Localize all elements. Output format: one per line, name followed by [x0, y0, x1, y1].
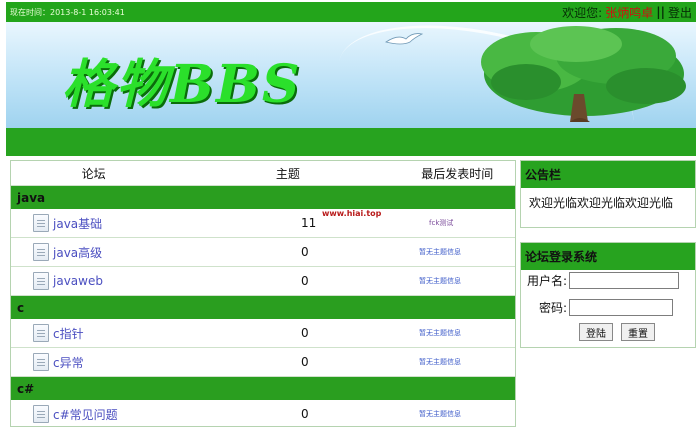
- welcome-label: 欢迎您:: [562, 5, 603, 20]
- username-label: 用户名:: [526, 274, 567, 288]
- board-link[interactable]: c指针: [53, 325, 84, 342]
- board-link[interactable]: c异常: [53, 354, 84, 371]
- tree-icon: [481, 26, 686, 122]
- logout-link[interactable]: 登出: [668, 4, 692, 21]
- separator: ||: [656, 5, 665, 19]
- document-icon: [33, 243, 49, 261]
- password-label: 密码:: [538, 301, 567, 315]
- board-topic-count: 0: [301, 407, 309, 421]
- board-row: c#常见问题 0 暂无主题信息: [11, 400, 515, 426]
- reset-button[interactable]: 重置: [621, 323, 655, 341]
- document-icon: [33, 214, 49, 232]
- forum-table-header: 论坛 主题 最后发表时间: [11, 161, 515, 186]
- watermark-text: www.hiai.top: [322, 209, 382, 218]
- top-status-bar: 现在时间：2013-8-1 16:03:41 欢迎您: 张炳鸣卓 || 登出: [6, 2, 696, 22]
- board-last-post[interactable]: 暂无主题信息: [419, 409, 461, 419]
- board-link[interactable]: javaweb: [53, 274, 103, 288]
- category-c: c: [11, 296, 515, 319]
- nav-band: [6, 128, 696, 156]
- category-csharp: c#: [11, 377, 515, 400]
- username-input[interactable]: [569, 272, 679, 289]
- board-topic-count: 0: [301, 355, 309, 369]
- board-link[interactable]: java基础: [53, 215, 102, 232]
- password-input[interactable]: [569, 299, 673, 316]
- notice-title: 公告栏: [521, 161, 695, 188]
- board-last-post[interactable]: 暂无主题信息: [419, 328, 461, 338]
- password-row: 密码:: [521, 299, 695, 316]
- board-last-post[interactable]: 暂无主题信息: [419, 247, 461, 257]
- current-time: 现在时间：2013-8-1 16:03:41: [10, 7, 125, 17]
- header-banner: 格物BBS: [6, 22, 696, 128]
- login-title: 论坛登录系统: [521, 243, 695, 270]
- login-buttons: 登陆 重置: [521, 323, 695, 341]
- board-row: javaweb 0 暂无主题信息: [11, 267, 515, 296]
- welcome-area: 欢迎您: 张炳鸣卓 || 登出: [562, 4, 692, 21]
- board-row: c异常 0 暂无主题信息: [11, 348, 515, 377]
- board-link[interactable]: c#常见问题: [53, 406, 118, 423]
- board-topic-count: 0: [301, 274, 309, 288]
- header-last-post: 最后发表时间: [421, 166, 494, 181]
- header-topics: 主题: [275, 166, 300, 181]
- username-row: 用户名:: [521, 272, 695, 289]
- forum-list: 论坛 主题 最后发表时间 java java基础 11 fck测试 java高级…: [10, 160, 516, 427]
- username: 张炳鸣卓: [605, 5, 654, 20]
- board-last-post[interactable]: 暂无主题信息: [419, 357, 461, 367]
- notice-text: 欢迎光临欢迎光临欢迎光临: [529, 196, 674, 210]
- category-java: java: [11, 186, 515, 209]
- site-logo: 格物BBS: [62, 54, 302, 115]
- board-row: c指针 0 暂无主题信息: [11, 319, 515, 348]
- login-button[interactable]: 登陆: [579, 323, 613, 341]
- login-panel: 论坛登录系统 用户名: 密码: 登陆 重置: [520, 242, 696, 348]
- document-icon: [33, 405, 49, 423]
- board-row: java基础 11 fck测试: [11, 209, 515, 238]
- header-forum: 论坛: [81, 166, 106, 181]
- board-last-post[interactable]: fck测试: [429, 218, 453, 228]
- board-link[interactable]: java高级: [53, 244, 102, 261]
- board-topic-count: 11: [301, 216, 317, 230]
- board-row: java高级 0 暂无主题信息: [11, 238, 515, 267]
- board-topic-count: 0: [301, 326, 309, 340]
- bird-icon: [385, 33, 424, 45]
- notice-panel: 公告栏 欢迎光临欢迎光临欢迎光临: [520, 160, 696, 228]
- board-last-post[interactable]: 暂无主题信息: [419, 276, 461, 286]
- document-icon: [33, 272, 49, 290]
- board-topic-count: 0: [301, 245, 309, 259]
- document-icon: [33, 324, 49, 342]
- document-icon: [33, 353, 49, 371]
